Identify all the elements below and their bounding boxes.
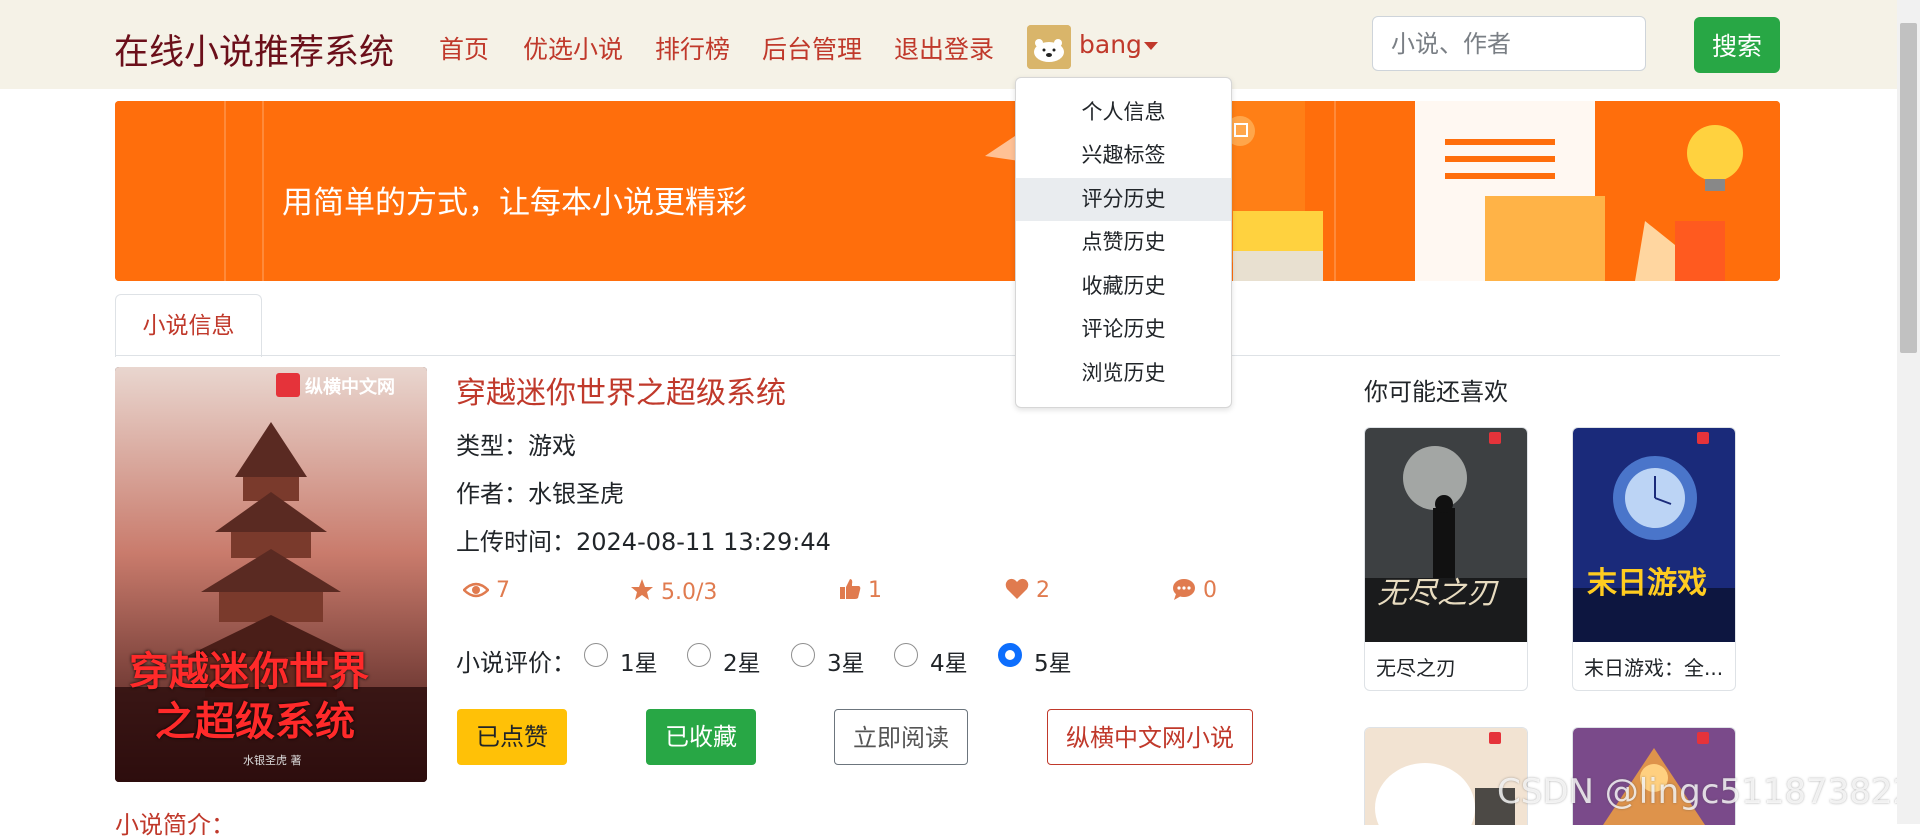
novel-upload-row: 上传时间：2024-08-11 13:29:44 (456, 522, 831, 557)
rating-option-5[interactable]: 5星 (1034, 644, 1072, 678)
cover-title-line2: 之超级系统 (155, 699, 355, 745)
type-label: 类型： (456, 432, 528, 460)
author-label: 作者： (456, 480, 528, 508)
novel-author: 水银圣虎 (528, 480, 624, 508)
tab-divider (115, 355, 1780, 356)
cover-site-label: 纵横中文网 (305, 377, 395, 398)
stat-rating: 5.0/3 (630, 578, 717, 605)
heart-icon (1005, 578, 1029, 599)
stat-likes: 1 (839, 578, 882, 603)
chevron-down-icon[interactable] (1144, 42, 1158, 50)
novel-author-row: 作者：水银圣虎 (456, 474, 624, 509)
novel-type-row: 类型：游戏 (456, 426, 576, 461)
rating-radio-1[interactable] (584, 643, 608, 667)
recommend-name[interactable]: 无尽之刃 (1376, 652, 1456, 681)
nav-featured[interactable]: 优选小说 (523, 30, 623, 66)
search-input[interactable] (1372, 16, 1646, 71)
collected-button[interactable]: 已收藏 (646, 709, 756, 765)
recommend-name[interactable]: 末日游戏：全... (1584, 652, 1723, 681)
recommend-card[interactable]: 无尽之刃 无尽之刃 (1364, 427, 1528, 691)
menu-item-interest-tags[interactable]: 兴趣标签 (1016, 134, 1231, 177)
nav-home[interactable]: 首页 (439, 30, 489, 66)
menu-item-rating-history[interactable]: 评分历史 (1016, 178, 1231, 221)
read-now-button[interactable]: 立即阅读 (834, 709, 968, 765)
novel-type: 游戏 (528, 432, 576, 460)
menu-item-like-history[interactable]: 点赞历史 (1016, 221, 1231, 264)
stat-favorites: 2 (1005, 578, 1050, 603)
rating-radio-3[interactable] (791, 643, 815, 667)
banner-slogan: 用简单的方式，让每本小说更精彩 (282, 185, 747, 221)
stat-comments: 0 (1172, 578, 1217, 603)
cover-author: 水银圣虎 著 (243, 754, 302, 767)
search-button[interactable]: 搜索 (1694, 17, 1780, 73)
rating-radio-5[interactable] (998, 643, 1022, 667)
rating-option-1[interactable]: 1星 (620, 644, 658, 678)
upload-time: 2024-08-11 13:29:44 (576, 528, 831, 556)
bear-avatar-icon (1027, 25, 1071, 69)
recommend-title: 你可能还喜欢 (1364, 378, 1508, 406)
stat-views: 7 (462, 578, 510, 603)
thumbs-up-icon (840, 579, 861, 599)
upload-label: 上传时间： (456, 528, 576, 556)
nav-admin[interactable]: 后台管理 (762, 30, 862, 66)
rating-option-3[interactable]: 3星 (827, 644, 865, 678)
navbar: 在线小说推荐系统 首页 优选小说 排行榜 后台管理 退出登录 bang 搜索 (0, 0, 1897, 89)
comment-icon (1173, 579, 1195, 600)
eye-icon (462, 582, 490, 598)
user-dropdown-menu: 个人信息 兴趣标签 评分历史 点赞历史 收藏历史 评论历史 浏览历史 (1015, 77, 1232, 408)
rating-option-4[interactable]: 4星 (930, 644, 968, 678)
star-icon (631, 579, 653, 600)
menu-item-profile[interactable]: 个人信息 (1016, 91, 1231, 134)
watermark: CSDN @lingc511873822 (1497, 772, 1915, 812)
site-brand[interactable]: 在线小说推荐系统 (114, 24, 394, 75)
novel-intro-label: 小说简介： (115, 811, 235, 839)
novel-title: 穿越迷你世界之超级系统 (456, 376, 786, 411)
recommend-card[interactable]: 末日游戏 末日游戏：全... (1572, 427, 1736, 691)
scrollbar-thumb[interactable] (1900, 23, 1917, 353)
zongheng-logo-icon (276, 373, 300, 397)
menu-item-comment-history[interactable]: 评论历史 (1016, 308, 1231, 351)
hero-banner: 用简单的方式，让每本小说更精彩 (115, 101, 1780, 281)
recommend-cover-text: 末日游戏 (1587, 566, 1707, 601)
liked-button[interactable]: 已点赞 (457, 709, 567, 765)
rating-radio-2[interactable] (687, 643, 711, 667)
tab-novel-info[interactable]: 小说信息 (115, 294, 262, 357)
novel-cover: 纵横中文网 穿越迷你世界 之超级系统 水银圣虎 著 (115, 367, 427, 782)
source-link-button[interactable]: 纵横中文网小说 (1047, 709, 1253, 765)
recommend-cover-text: 无尽之刃 (1377, 576, 1497, 611)
rating-label: 小说评价： (456, 649, 576, 677)
recommend-cover (1573, 428, 1735, 642)
rating-radio-4[interactable] (894, 643, 918, 667)
nav-ranking[interactable]: 排行榜 (655, 30, 730, 66)
rating-option-2[interactable]: 2星 (723, 644, 761, 678)
user-avatar[interactable] (1027, 25, 1071, 69)
menu-item-browse-history[interactable]: 浏览历史 (1016, 352, 1231, 395)
menu-item-favorite-history[interactable]: 收藏历史 (1016, 265, 1231, 308)
nav-logout[interactable]: 退出登录 (894, 30, 994, 66)
user-menu-toggle[interactable]: bang (1079, 30, 1142, 59)
